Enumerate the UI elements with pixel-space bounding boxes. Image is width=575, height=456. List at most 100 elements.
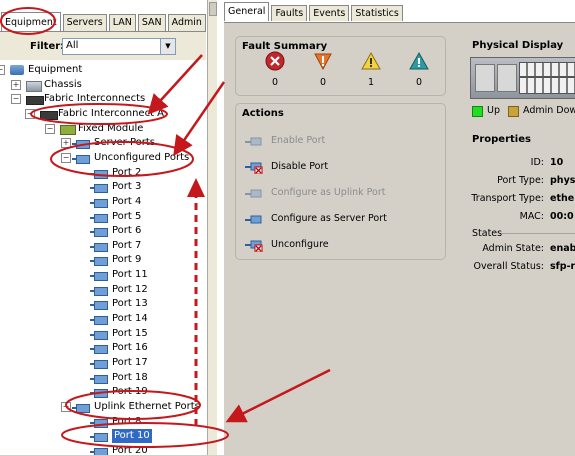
nav-tabs: Equipment Servers LAN SAN Admin: [1, 12, 207, 32]
collapse-icon[interactable]: −: [11, 94, 21, 105]
admin-state-key: Admin State:: [464, 243, 544, 255]
tree-item-port-3[interactable]: Port 3: [0, 180, 206, 194]
tree-item-label: Port 6: [112, 225, 142, 237]
mac-value: 00:0: [550, 211, 574, 222]
major-fault[interactable]: 0: [311, 51, 335, 88]
tree-item-fabric-interconnects[interactable]: − Fabric Interconnects: [0, 92, 206, 106]
tree-item-label: Chassis: [44, 78, 82, 90]
mac-key: MAC:: [474, 211, 544, 223]
navigation-panel: Equipment Servers LAN SAN Admin Filter: …: [0, 0, 208, 455]
equipment-icon: [10, 65, 24, 75]
warning-fault-count: 0: [415, 77, 423, 88]
tree-item-port-20[interactable]: Port 20: [0, 444, 206, 455]
mac-key-text: MAC:: [519, 211, 544, 222]
scrollbar-thumb[interactable]: [209, 2, 217, 16]
port-icon: [90, 418, 108, 428]
tab-san[interactable]: SAN: [137, 14, 166, 31]
tree-item-port-15[interactable]: Port 15: [0, 327, 206, 341]
enable-port-icon: [245, 137, 262, 146]
filter-select[interactable]: All ▼: [62, 38, 176, 55]
expand-icon[interactable]: +: [11, 79, 21, 90]
fixed-module-icon: [60, 124, 76, 135]
tab-equipment[interactable]: Equipment: [1, 12, 61, 32]
tree-item-port-5[interactable]: Port 5: [0, 210, 206, 224]
port-icon: [90, 213, 108, 223]
warning-fault[interactable]: 0: [407, 51, 431, 88]
port-icon: [90, 169, 108, 179]
tree-item-label: Port 17: [112, 357, 148, 368]
tree-item-server-ports[interactable]: + Server Ports: [0, 136, 206, 150]
tree-item-port-14[interactable]: Port 14: [0, 312, 206, 326]
port-icon: [90, 301, 108, 311]
tree-item-port-10[interactable]: Port 10: [0, 429, 206, 444]
tree-item-label: Port 9: [112, 254, 142, 266]
tree-item-port-4[interactable]: Port 4: [0, 195, 206, 209]
collapse-icon[interactable]: −: [61, 401, 71, 412]
tree-item-label: Port 19: [112, 386, 148, 398]
chassis-icon: [26, 80, 42, 92]
tab-statistics[interactable]: Statistics: [351, 5, 403, 21]
tab-events[interactable]: Events: [309, 5, 350, 21]
tab-general[interactable]: General: [224, 2, 270, 21]
up-legend-label: Up: [487, 105, 500, 116]
tree-item-uplink-ethernet-ports[interactable]: − Uplink Ethernet Ports: [0, 400, 206, 414]
port-type-key: Port Type:: [474, 175, 544, 187]
expand-icon[interactable]: +: [61, 138, 71, 149]
chevron-down-icon[interactable]: ▼: [160, 39, 175, 54]
detail-panel: General Faults Events Statistics Fault S…: [217, 0, 575, 456]
port-icon: [72, 403, 90, 413]
equipment-tree: −Equipment+Chassis−Fabric Interconnects−…: [0, 60, 206, 455]
up-legend-swatch: [472, 106, 483, 117]
tree-item-port-16[interactable]: Port 16: [0, 341, 206, 355]
port-icon: [90, 272, 108, 282]
tree-item-chassis[interactable]: + Chassis: [0, 78, 206, 92]
tree-item-port-6[interactable]: Port 6: [0, 224, 206, 238]
tree-item-port-2[interactable]: Port 2: [0, 166, 206, 180]
tree-item-port-13[interactable]: Port 13: [0, 297, 206, 311]
minor-fault[interactable]: 1: [359, 51, 383, 88]
tree-item-unconfigured-ports[interactable]: − Unconfigured Ports: [0, 151, 206, 165]
fault-summary-box: Fault Summary 0 0 1 0: [235, 36, 446, 96]
tree-item-label: Unconfigured Ports: [94, 151, 190, 163]
tree-item-label: Equipment: [28, 64, 83, 75]
collapse-icon[interactable]: −: [25, 108, 35, 119]
port-icon: [72, 140, 90, 150]
tree-item-label: Port 3: [112, 181, 142, 193]
tree-item-port-9[interactable]: Port 9: [0, 253, 206, 267]
physical-display-image: [470, 57, 575, 99]
overall-status-key-text: Overall Status:: [473, 261, 544, 272]
actions-box: Actions Enable Port Disable Port Configu…: [235, 103, 446, 260]
port-type-key-text: Port Type:: [497, 175, 544, 186]
disable-port-label: Disable Port: [271, 161, 329, 172]
tree-scrollbar[interactable]: [207, 0, 217, 455]
tree-item-label: Port 16: [112, 342, 148, 354]
tab-admin[interactable]: Admin: [167, 14, 206, 31]
tree-item-port-8[interactable]: Port 8: [0, 415, 206, 429]
tree-item-port-12[interactable]: Port 12: [0, 283, 206, 297]
tree-item-fixed-module[interactable]: − Fixed Module: [0, 122, 206, 136]
disable-port-icon: [245, 162, 263, 174]
tree-item-fabric-interconnect-a[interactable]: − Fabric Interconnect A: [0, 107, 206, 121]
tab-lan[interactable]: LAN: [108, 14, 136, 31]
collapse-icon[interactable]: −: [45, 123, 55, 134]
tab-servers[interactable]: Servers: [62, 14, 107, 31]
collapse-icon[interactable]: −: [61, 152, 71, 163]
tab-faults[interactable]: Faults: [271, 5, 308, 21]
unconfigure-icon: [245, 240, 263, 252]
tree-item-port-11[interactable]: Port 11: [0, 268, 206, 282]
critical-fault[interactable]: 0: [263, 51, 287, 88]
filter-label: Filter:: [30, 41, 65, 52]
collapse-icon[interactable]: −: [0, 65, 5, 75]
critical-fault-icon: [265, 51, 285, 71]
tree-item-label: Port 7: [112, 239, 142, 251]
minor-fault-count: 1: [367, 77, 375, 88]
tree-item-equipment[interactable]: − Equipment: [0, 63, 206, 77]
admin-down-legend-swatch: [508, 106, 519, 117]
admin-state-key-text: Admin State:: [482, 243, 544, 254]
tree-item-port-18[interactable]: Port 18: [0, 371, 206, 385]
tree-item-port-7[interactable]: Port 7: [0, 239, 206, 253]
port-icon: [90, 242, 108, 252]
tree-item-port-19[interactable]: Port 19: [0, 385, 206, 399]
physical-display-title: Physical Display: [472, 40, 564, 51]
tree-item-port-17[interactable]: Port 17: [0, 356, 206, 370]
